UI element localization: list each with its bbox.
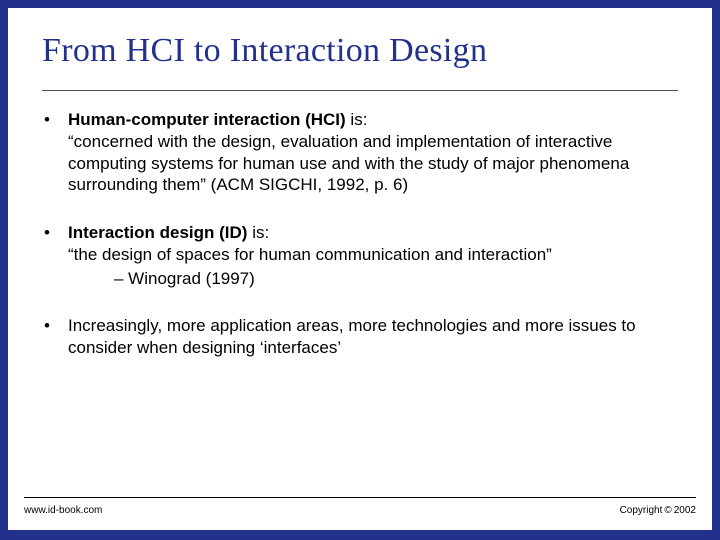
bullet-lead-tail: is: (247, 223, 269, 242)
footer: www.id-book.com Copyright © 2002 (16, 505, 704, 516)
bullet-item: • Increasingly, more application areas, … (42, 315, 678, 359)
bullet-text: “the design of spaces for human communic… (68, 245, 552, 264)
bullet-lead-tail: is: (346, 110, 368, 129)
bullet-item: • Human-computer interaction (HCI) is: “… (42, 109, 678, 196)
slide-title: From HCI to Interaction Design (42, 32, 678, 70)
bullet-text: Increasingly, more application areas, mo… (68, 316, 636, 357)
bullet-item: • Interaction design (ID) is: “the desig… (42, 222, 678, 289)
bullet-lead: Interaction design (ID) (68, 223, 247, 242)
footer-copyright: Copyright © 2002 (620, 505, 696, 516)
bullet-body: Human-computer interaction (HCI) is: “co… (68, 109, 678, 196)
bullet-lead: Human-computer interaction (HCI) (68, 110, 346, 129)
footer-url: www.id-book.com (24, 505, 102, 516)
bullet-mark: • (42, 109, 68, 196)
title-divider (42, 90, 678, 91)
bullet-subtext: – Winograd (1997) (68, 268, 678, 290)
copyright-year: 2002 (674, 505, 696, 516)
bullet-text: “concerned with the design, evaluation a… (68, 132, 629, 195)
bullet-body: Interaction design (ID) is: “the design … (68, 222, 678, 289)
bullet-mark: • (42, 315, 68, 359)
footer-divider (24, 497, 696, 498)
copyright-prefix: Copyright (620, 505, 663, 516)
bullet-mark: • (42, 222, 68, 289)
copyright-symbol: © (664, 505, 671, 516)
slide-content: • Human-computer interaction (HCI) is: “… (42, 109, 678, 359)
bullet-body: Increasingly, more application areas, mo… (68, 315, 678, 359)
slide: From HCI to Interaction Design • Human-c… (8, 8, 712, 530)
